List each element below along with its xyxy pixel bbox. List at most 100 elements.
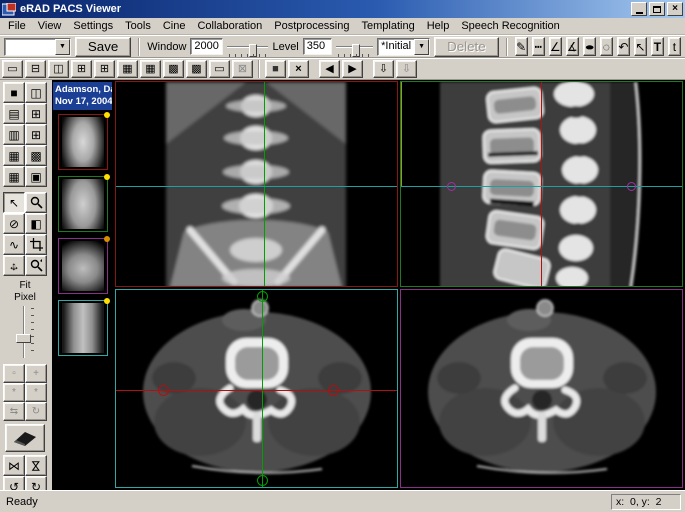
export-all-button-disabled[interactable]: ⇩ [396, 60, 417, 78]
viewport-axial-left[interactable] [115, 289, 398, 488]
menu-file[interactable]: File [2, 19, 32, 33]
menu-cine[interactable]: Cine [157, 19, 192, 33]
close-series-button[interactable]: × [288, 60, 309, 78]
screen-4x4-button[interactable]: ▦ [3, 166, 25, 187]
curved-arrow-icon: ↶ [618, 41, 628, 53]
delete-preset-button[interactable]: Delete [434, 37, 499, 57]
flip-vertical-button[interactable]: ⋈ [25, 455, 47, 476]
close-icon: × [672, 4, 678, 14]
screen-2x2big-button[interactable]: ⊞ [25, 124, 47, 145]
small-text-annotation-button[interactable]: t [668, 37, 681, 56]
export-image-button[interactable]: ⇩ [373, 60, 394, 78]
status-bar: Ready x: 0, y: 2 [0, 490, 685, 512]
menu-tools[interactable]: Tools [119, 19, 157, 33]
pointer-tool-button[interactable]: ↖ [3, 192, 25, 213]
magnify-tool-button[interactable] [25, 192, 47, 213]
layout-wide-button[interactable]: ▭ [209, 60, 230, 78]
restore-button[interactable] [649, 2, 665, 16]
layout-1x1-button[interactable]: ▭ [2, 60, 23, 78]
sparkle-button-disabled[interactable]: * [25, 383, 47, 402]
fit-label[interactable]: Fit [3, 280, 47, 292]
screen-stack-button[interactable]: ▣ [25, 166, 47, 187]
menu-view[interactable]: View [32, 19, 68, 33]
screen-2col-button[interactable]: ◫ [25, 82, 47, 103]
zoom-slider-thumb[interactable] [16, 334, 31, 343]
layout-2cols-button[interactable]: ◫ [48, 60, 69, 78]
screen-3x3-button[interactable]: ▦ [3, 145, 25, 166]
window-slider-track[interactable] [227, 46, 269, 48]
pan-tool-button[interactable]: ↔↕ [3, 255, 25, 276]
menu-settings[interactable]: Settings [67, 19, 119, 33]
thumbnail-sagittal-mip[interactable] [58, 176, 108, 232]
thumbnail-coronal-mip[interactable] [58, 114, 108, 170]
ellipse-roi-button[interactable]: ● [583, 37, 596, 56]
layout-3x3-button[interactable]: ▦ [140, 60, 161, 78]
layout-2x3-button[interactable]: ▦ [117, 60, 138, 78]
level-input[interactable]: 350 [303, 38, 332, 55]
previous-series-button[interactable]: ◀ [319, 60, 340, 78]
flip-horizontal-button[interactable]: ⋈ [3, 455, 25, 476]
erad-pacs-viewer-window: eRAD PACS Viewer × File View Settings To… [0, 0, 685, 512]
menu-help[interactable]: Help [421, 19, 456, 33]
screen-3x2-button[interactable]: ▥ [3, 124, 25, 145]
curved-line-button[interactable]: ↶ [617, 37, 630, 56]
thumbnail-coronal[interactable] [58, 300, 108, 356]
screen-4x3-button[interactable]: ▩ [25, 145, 47, 166]
save-button[interactable]: Save [75, 37, 131, 57]
screen-full-button[interactable]: ■ [3, 82, 25, 103]
crop-tool-button[interactable] [25, 234, 47, 255]
viewport-sagittal[interactable] [400, 81, 683, 287]
window-input[interactable]: 2000 [190, 38, 222, 55]
series-combobox[interactable]: ▼ [4, 38, 71, 56]
layout-custom-button-disabled[interactable]: ⊠ [232, 60, 253, 78]
layout-2x2-button[interactable]: ⊞ [71, 60, 92, 78]
pixel-label[interactable]: Pixel [3, 292, 47, 304]
viewport-coronal[interactable] [115, 81, 398, 287]
roi-square-button-disabled[interactable]: ▫ [3, 364, 25, 383]
window-level-tool-button[interactable]: ◧ [25, 213, 47, 234]
pencil-tool-button[interactable]: ✎ [515, 37, 528, 56]
roi-cross-button-disabled[interactable]: + [25, 364, 47, 383]
reset-button-disabled[interactable]: ↻ [25, 402, 47, 421]
cobb-angle-tool-button[interactable]: ∡ [566, 37, 579, 56]
pointer-icon: ↖ [9, 197, 19, 209]
menu-collaboration[interactable]: Collaboration [191, 19, 268, 33]
layout-3x4-button[interactable]: ▩ [163, 60, 184, 78]
window-level-icon: ◧ [30, 218, 41, 230]
close-button[interactable]: × [667, 2, 683, 16]
angle-tool-button[interactable]: ∠ [549, 37, 562, 56]
zoom-region-tool-button[interactable] [25, 255, 47, 276]
menu-templating[interactable]: Templating [356, 19, 421, 33]
window-slider[interactable] [227, 38, 269, 56]
eraser-button[interactable] [5, 424, 45, 452]
minimize-button[interactable] [631, 2, 647, 16]
zoom-slider-track[interactable] [23, 306, 25, 358]
ruler-tool-button[interactable]: ┅ [532, 37, 545, 56]
menu-postprocessing[interactable]: Postprocessing [268, 19, 355, 33]
wand-button-disabled[interactable]: * [3, 383, 25, 402]
level-slider[interactable] [336, 38, 374, 56]
layout-1plus2-button[interactable]: ⊞ [94, 60, 115, 78]
menu-speech-recognition[interactable]: Speech Recognition [455, 19, 565, 33]
wl-preset-combobox[interactable]: *Initial ▼ [377, 38, 430, 56]
screen-rows-button[interactable]: ▤ [3, 103, 25, 124]
series-combobox-arrow[interactable]: ▼ [55, 39, 70, 55]
title-bar[interactable]: eRAD PACS Viewer × [0, 0, 685, 18]
next-series-button[interactable]: ▶ [342, 60, 363, 78]
thumbnail-axial[interactable] [58, 238, 108, 294]
level-slider-ticks [338, 54, 372, 57]
probe-tool-button[interactable]: ⊘ [3, 213, 25, 234]
zoom-slider[interactable] [3, 306, 47, 358]
screen-2x2-button[interactable]: ⊞ [25, 103, 47, 124]
arrow-annotation-button[interactable]: ↖ [634, 37, 647, 56]
viewport-axial-right[interactable] [400, 289, 683, 488]
curve-tool-button[interactable]: ∿ [3, 234, 25, 255]
wl-preset-arrow[interactable]: ▼ [414, 39, 429, 55]
stop-cine-button[interactable]: ■ [265, 60, 286, 78]
freeform-roi-button[interactable]: ◌ [600, 37, 613, 56]
layout-2rows-button[interactable]: ⊟ [25, 60, 46, 78]
text-annotation-button[interactable]: T [651, 37, 664, 56]
link-series-button-disabled[interactable]: ⇆ [3, 402, 25, 421]
probe-icon: ⊘ [9, 218, 19, 230]
layout-4x4-button[interactable]: ▩ [186, 60, 207, 78]
